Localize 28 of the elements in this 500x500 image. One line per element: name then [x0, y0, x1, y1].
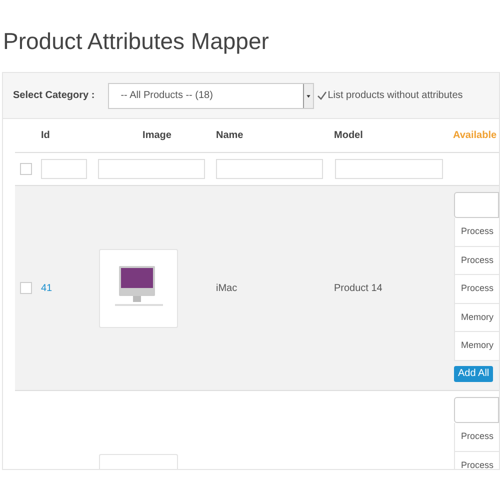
column-header: Model — [334, 129, 364, 143]
attribute-item[interactable]: Process — [454, 275, 499, 304]
attribute-item[interactable]: Memory — [454, 332, 499, 360]
without-attributes-checkbox[interactable]: List products without attributes — [316, 88, 463, 103]
add-all-button[interactable]: Add All — [454, 366, 494, 382]
image-filter-field[interactable] — [98, 159, 205, 179]
checkbox[interactable] — [20, 163, 32, 175]
attribute-item[interactable]: Process — [454, 423, 499, 452]
model-filter-field[interactable] — [335, 159, 443, 179]
category-select[interactable]: -- All Products -- (18) — [108, 82, 314, 108]
attribute-search-field[interactable] — [454, 192, 499, 218]
page-title: Product Attributes Mapper — [2, 27, 270, 56]
column-header: Id — [41, 129, 51, 143]
attribute-item[interactable]: Process — [454, 246, 499, 275]
column-header: Name — [216, 129, 244, 143]
column-header: Available — [453, 129, 497, 143]
product-name: iMac — [216, 282, 238, 294]
product-model: Product 14 — [334, 282, 382, 294]
column-header: Image — [142, 129, 172, 143]
attribute-item[interactable]: Memory — [454, 304, 499, 332]
name-filter-field[interactable] — [216, 159, 323, 179]
category-label: Select Category : — [13, 89, 95, 103]
attribute-item[interactable]: Process — [454, 218, 499, 246]
checkmark-icon — [316, 90, 327, 100]
checkbox[interactable] — [20, 282, 32, 294]
dropdown-icon — [302, 84, 313, 108]
attribute-search-field[interactable] — [454, 397, 499, 423]
id-filter-field[interactable] — [41, 159, 87, 179]
